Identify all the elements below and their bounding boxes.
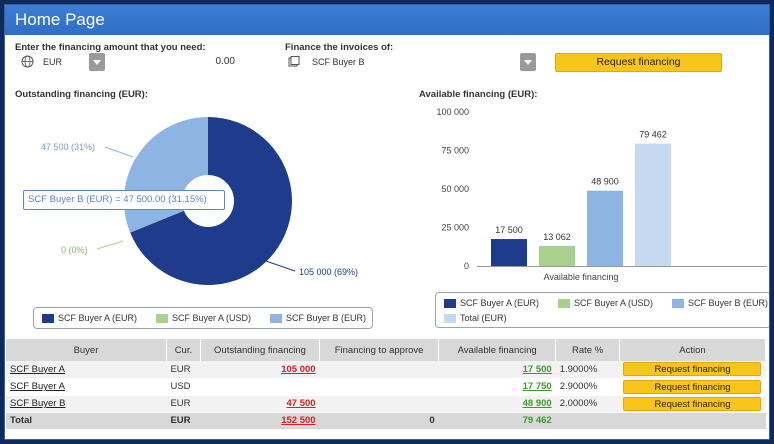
rate-cell: 2.0000%	[555, 395, 620, 413]
total-rate-cell	[555, 412, 620, 430]
column-header-rate[interactable]: Rate %	[555, 339, 620, 361]
approve-cell	[319, 378, 439, 396]
buyer-link[interactable]: SCF Buyer A	[10, 364, 65, 375]
bar[interactable]	[635, 143, 671, 266]
page-title: Home Page	[5, 5, 769, 35]
buyer-link[interactable]: SCF Buyer B	[10, 398, 65, 409]
pie-leader-line	[96, 240, 124, 250]
column-header-action: Action	[619, 339, 767, 361]
outstanding-legend: SCF Buyer A (EUR) SCF Buyer A (USD) SCF …	[33, 307, 373, 329]
column-header-to-approve[interactable]: Financing to approve	[319, 339, 440, 361]
currency-dropdown-button[interactable]	[89, 53, 105, 71]
outstanding-link[interactable]: 105 000	[281, 364, 315, 375]
invoice-icon	[288, 56, 300, 67]
available-chart-title: Available financing (EUR):	[419, 89, 538, 100]
globe-icon	[21, 55, 34, 68]
table-header-row: Buyer Cur. Outstanding financing Financi…	[6, 339, 767, 361]
currency-select[interactable]: EUR	[43, 57, 62, 67]
financing-table: Buyer Cur. Outstanding financing Financi…	[6, 339, 767, 430]
column-header-currency[interactable]: Cur.	[166, 339, 201, 361]
approve-cell	[319, 395, 439, 413]
pie-data-label: 47 500 (31%)	[41, 142, 95, 152]
amount-input[interactable]: 0.00	[195, 56, 235, 67]
table-row: SCF Buyer A EUR 105 000 17 500 1.9000% R…	[6, 361, 766, 379]
outstanding-link[interactable]: 47 500	[287, 398, 316, 409]
legend-item-buyer-a-usd: SCF Buyer A (USD)	[156, 313, 251, 324]
bar[interactable]	[539, 245, 575, 266]
currency-cell: EUR	[166, 395, 201, 413]
buyer-link[interactable]: SCF Buyer A	[10, 381, 65, 392]
available-link[interactable]: 17 750	[523, 381, 552, 392]
bar-data-label: 13 062	[543, 232, 571, 242]
pie-leader-line	[259, 258, 296, 272]
pie-data-label: 0 (0%)	[61, 245, 88, 255]
y-tick-label: 75 000	[441, 146, 469, 156]
y-tick-label: 50 000	[441, 184, 469, 194]
table-total-row: Total EUR 152 500 0 79 462	[6, 412, 766, 430]
column-header-outstanding[interactable]: Outstanding financing	[200, 339, 321, 361]
legend-item-buyer-a-usd: SCF Buyer A (USD)	[558, 298, 653, 309]
bar[interactable]	[491, 239, 527, 266]
total-action-cell	[619, 412, 766, 430]
legend-item-buyer-a-eur: SCF Buyer A (EUR)	[42, 313, 137, 324]
column-header-buyer[interactable]: Buyer	[6, 339, 167, 361]
legend-item-buyer-b-eur: SCF Buyer B (EUR)	[270, 313, 366, 324]
buyer-dropdown-button[interactable]	[520, 53, 536, 71]
buyer-select[interactable]: SCF Buyer B	[312, 57, 365, 67]
bar-data-label: 17 500	[495, 225, 523, 235]
bar-data-label: 79 462	[639, 130, 667, 140]
legend-item-buyer-a-eur: SCF Buyer A (EUR)	[444, 298, 539, 309]
column-header-available[interactable]: Available financing	[438, 339, 557, 361]
available-link[interactable]: 48 900	[523, 398, 552, 409]
table-row: SCF Buyer B EUR 47 500 48 900 2.0000% Re…	[6, 395, 766, 413]
amount-label: Enter the financing amount that you need…	[15, 42, 206, 53]
available-bar-chart: 0 25 000 50 000 75 000 100 000 17 500 13 062 48…	[436, 107, 767, 282]
outstanding-chart-title: Outstanding financing (EUR):	[15, 89, 148, 100]
row-request-financing-button[interactable]: Request financing	[623, 362, 762, 377]
y-tick-label: 25 000	[441, 223, 469, 233]
total-available: 79 462	[522, 415, 552, 426]
total-currency: EUR	[166, 412, 201, 430]
pie-leader-line	[104, 146, 134, 158]
request-financing-button[interactable]: Request financing	[555, 53, 722, 72]
legend-item-total-eur: Total (EUR)	[444, 313, 507, 324]
total-approve: 0	[319, 412, 439, 430]
approve-cell	[319, 361, 439, 379]
bar-data-label: 48 900	[591, 177, 619, 187]
pie-data-label: 105 000 (69%)	[299, 267, 358, 277]
row-request-financing-button[interactable]: Request financing	[623, 379, 762, 394]
rate-cell: 1.9000%	[555, 361, 620, 379]
y-tick-label: 0	[464, 261, 469, 271]
pie-tooltip: SCF Buyer B (EUR) = 47 500.00 (31.15%)	[23, 190, 225, 210]
available-link[interactable]: 17 500	[523, 364, 552, 375]
legend-item-buyer-b-eur: SCF Buyer B (EUR)	[672, 298, 768, 309]
table-row: SCF Buyer A USD 17 750 2.9000% Request f…	[6, 378, 766, 396]
bar[interactable]	[587, 190, 623, 266]
rate-cell: 2.9000%	[555, 378, 620, 396]
total-outstanding[interactable]: 152 500	[281, 415, 315, 426]
pie-slice[interactable]	[124, 117, 208, 233]
currency-cell: EUR	[166, 361, 201, 379]
currency-cell: USD	[166, 378, 201, 396]
available-legend: SCF Buyer A (EUR) SCF Buyer A (USD) SCF …	[435, 292, 769, 328]
x-category-label: Available financing	[544, 272, 619, 282]
total-label: Total	[6, 412, 167, 430]
invoices-label: Finance the invoices of:	[285, 42, 394, 53]
y-tick-label: 100 000	[436, 107, 469, 117]
row-request-financing-button[interactable]: Request financing	[623, 396, 762, 411]
